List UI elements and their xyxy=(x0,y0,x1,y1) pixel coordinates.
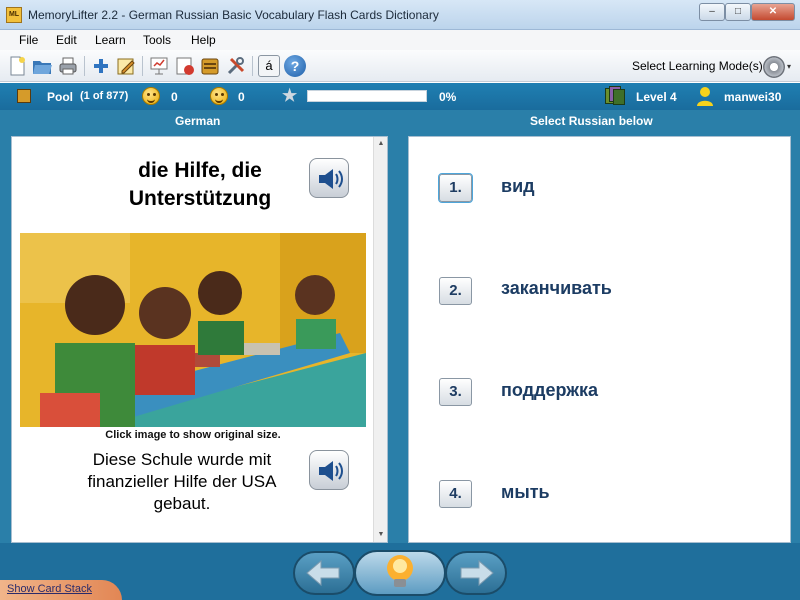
play-word-audio-button[interactable] xyxy=(309,158,349,198)
answer-2-button[interactable]: 2. xyxy=(439,277,472,305)
accent-characters-icon[interactable]: á xyxy=(258,55,280,77)
toolbar: á ? Select Learning Mode(s) ▾ xyxy=(0,50,800,82)
lightbulb-icon xyxy=(387,555,413,587)
app-icon: ML xyxy=(6,7,22,23)
smiley-sad-icon xyxy=(210,87,228,105)
answer-3-button[interactable]: 3. xyxy=(439,378,472,406)
statistics-icon[interactable] xyxy=(174,55,196,77)
menu-tools[interactable]: Tools xyxy=(143,33,171,47)
card-image[interactable] xyxy=(20,233,366,427)
scroll-up-icon[interactable]: ▲ xyxy=(374,137,388,151)
gear-icon[interactable] xyxy=(763,56,785,78)
edit-card-icon[interactable] xyxy=(115,55,137,77)
chevron-down-icon[interactable]: ▾ xyxy=(787,62,791,71)
star-icon: ★ xyxy=(282,86,298,105)
title-bar: ML MemoryLifter 2.2 - German Russian Bas… xyxy=(0,0,800,30)
question-card: die Hilfe, die Unterstützung Click image… xyxy=(11,136,388,543)
close-button[interactable]: ✕ xyxy=(751,3,795,21)
question-column-title: German xyxy=(175,114,221,128)
answer-4-text[interactable]: мыть xyxy=(501,482,550,503)
level-icon xyxy=(605,86,625,106)
answer-2-text[interactable]: заканчивать xyxy=(501,278,612,299)
right-count: 0 xyxy=(171,90,178,104)
pool-label: Pool xyxy=(47,90,73,104)
wrong-count: 0 xyxy=(238,90,245,104)
scroll-down-icon[interactable]: ▼ xyxy=(374,528,388,542)
menu-learn[interactable]: Learn xyxy=(95,33,126,47)
arrow-left-icon xyxy=(306,559,340,587)
user-icon xyxy=(696,86,714,106)
settings-tools-icon[interactable] xyxy=(225,55,247,77)
help-icon[interactable]: ? xyxy=(284,55,306,77)
scrollbar[interactable]: ▲ ▼ xyxy=(373,137,387,542)
question-word: die Hilfe, die Unterstützung xyxy=(128,159,272,210)
learning-mode-label[interactable]: Select Learning Mode(s) xyxy=(632,59,763,73)
progress-bar xyxy=(307,90,427,102)
smiley-happy-icon xyxy=(142,87,160,105)
answer-column-title: Select Russian below xyxy=(530,114,653,128)
previous-card-button[interactable] xyxy=(293,551,355,595)
maximize-button[interactable]: □ xyxy=(725,3,751,21)
status-bar: Pool (1 of 877) 0 0 ★ 0% Level 4 manwei3… xyxy=(0,83,800,110)
answer-1-text[interactable]: вид xyxy=(501,176,535,197)
show-card-stack-tab[interactable]: Show Card Stack xyxy=(0,580,122,600)
print-icon[interactable] xyxy=(57,55,79,77)
play-example-audio-button[interactable] xyxy=(309,450,349,490)
arrow-right-icon xyxy=(460,559,494,587)
minimize-button[interactable]: – xyxy=(699,3,725,21)
card-stack-icon[interactable] xyxy=(199,55,221,77)
menu-bar: File Edit Learn Tools Help xyxy=(0,30,800,50)
menu-file[interactable]: File xyxy=(19,33,38,47)
image-caption: Click image to show original size. xyxy=(105,429,281,441)
show-card-stack-link[interactable]: Show Card Stack xyxy=(7,583,92,595)
speaker-icon xyxy=(319,169,343,189)
open-folder-icon[interactable] xyxy=(31,55,53,77)
presentation-icon[interactable] xyxy=(148,55,170,77)
window-title: MemoryLifter 2.2 - German Russian Basic … xyxy=(28,8,439,22)
menu-edit[interactable]: Edit xyxy=(56,33,77,47)
pool-count: (1 of 877) xyxy=(80,90,129,102)
hint-button[interactable] xyxy=(354,550,446,596)
example-sentence: Diese Schule wurde mit finanzieller Hilf… xyxy=(87,450,277,513)
speaker-icon xyxy=(319,461,343,481)
answer-3-text[interactable]: поддержка xyxy=(501,380,598,401)
menu-help[interactable]: Help xyxy=(191,33,216,47)
next-card-button[interactable] xyxy=(445,551,507,595)
user-name: manwei30 xyxy=(724,90,782,104)
answers-panel: 1. вид 2. заканчивать 3. поддержка 4. мы… xyxy=(408,136,791,543)
progress-text: 0% xyxy=(439,90,457,104)
answer-1-button[interactable]: 1. xyxy=(438,173,473,203)
level-label: Level 4 xyxy=(636,90,677,104)
answer-4-button[interactable]: 4. xyxy=(439,480,472,508)
pool-icon xyxy=(17,89,31,103)
new-file-icon[interactable] xyxy=(6,55,28,77)
add-card-icon[interactable] xyxy=(90,55,112,77)
